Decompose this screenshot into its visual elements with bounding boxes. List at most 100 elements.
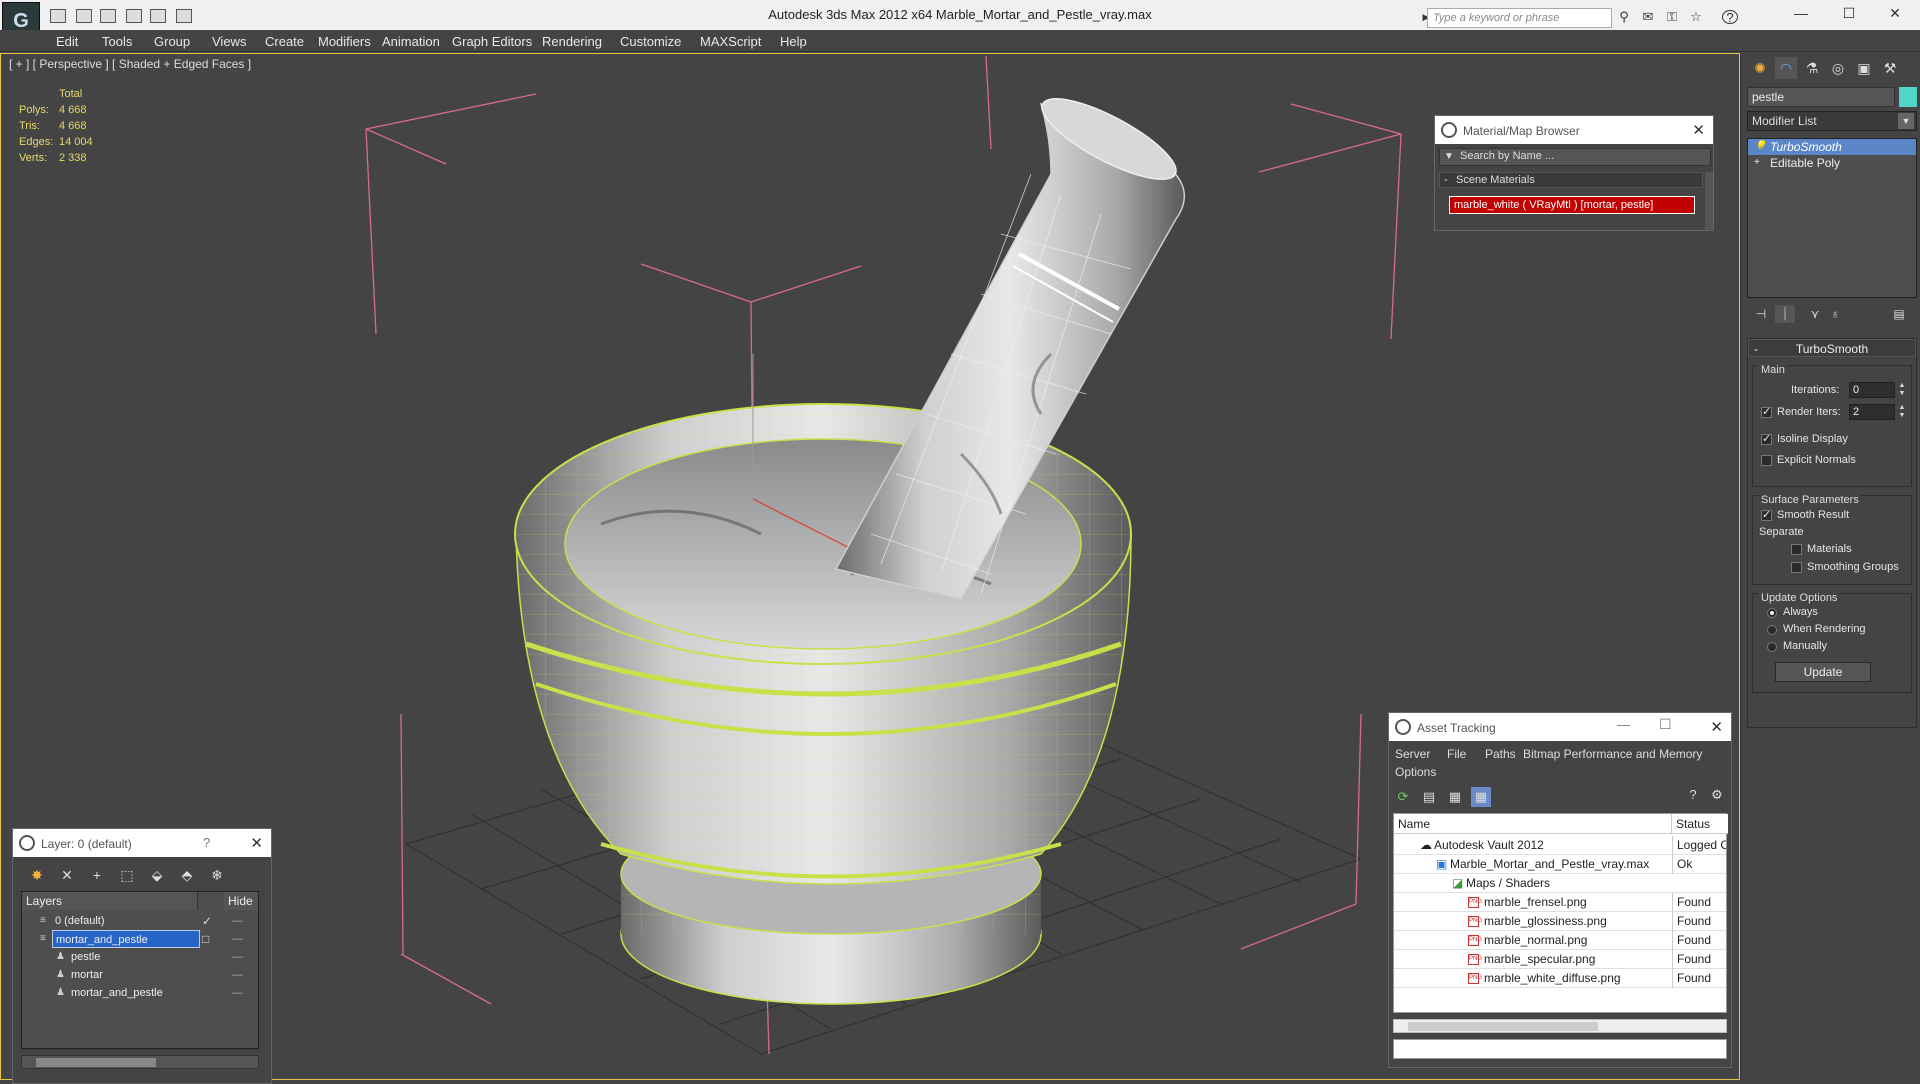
hide-toggle[interactable]: — bbox=[232, 930, 243, 948]
menu-help[interactable]: Help bbox=[780, 34, 807, 49]
menu-maxscript[interactable]: MAXScript bbox=[700, 34, 761, 49]
new-scene-icon[interactable] bbox=[100, 9, 116, 23]
menu-rendering[interactable]: Rendering bbox=[542, 34, 602, 49]
make-unique-icon[interactable]: ⋎ bbox=[1805, 305, 1825, 323]
remove-modifier-icon[interactable]: ♁ bbox=[1825, 305, 1845, 323]
create-tab-icon[interactable]: ✺ bbox=[1749, 57, 1771, 79]
table-row[interactable]: PNG marble_glossiness.png Found bbox=[1394, 912, 1726, 931]
menu-create[interactable]: Create bbox=[265, 34, 304, 49]
search-input[interactable]: Type a keyword or phrase bbox=[1427, 8, 1612, 28]
horizontal-scrollbar[interactable] bbox=[21, 1055, 259, 1069]
isoline-display-checkbox[interactable] bbox=[1761, 432, 1772, 445]
options-triangle-icon[interactable]: ▼ bbox=[1444, 151, 1454, 162]
rollout-title[interactable]: - TurboSmooth bbox=[1748, 339, 1916, 357]
refresh-icon[interactable]: ⟳ bbox=[1393, 787, 1413, 807]
lightbulb-icon[interactable]: 💡 bbox=[1754, 141, 1766, 153]
window-titlebar[interactable]: Asset Tracking — ☐ ✕ bbox=[1389, 713, 1731, 741]
stack-item-turbosmooth[interactable]: 💡 TurboSmooth bbox=[1748, 139, 1916, 155]
menu-paths[interactable]: Paths bbox=[1485, 747, 1516, 761]
delete-layer-icon[interactable]: ✕ bbox=[57, 865, 77, 885]
window-titlebar[interactable]: Layer: 0 (default) ? ✕ bbox=[13, 829, 271, 857]
modifier-list-dropdown[interactable]: Modifier List ▼ bbox=[1747, 111, 1917, 131]
layer-row[interactable]: ≡ 0 (default) ✓ — bbox=[22, 912, 258, 930]
layer-row[interactable]: ♟ mortar_and_pestle — bbox=[22, 984, 258, 1002]
minimize-button[interactable]: — bbox=[1617, 717, 1630, 732]
add-to-layer-icon[interactable]: + bbox=[87, 865, 107, 885]
spinner-arrows-icon[interactable]: ▲ ▼ bbox=[1897, 404, 1907, 420]
modify-tab-icon[interactable]: ◠ bbox=[1775, 57, 1797, 79]
utilities-tab-icon[interactable]: ⚒ bbox=[1879, 57, 1901, 79]
name-column-header[interactable]: Name bbox=[1394, 814, 1672, 834]
menu-animation[interactable]: Animation bbox=[382, 34, 440, 49]
table-view-icon[interactable]: ▦ bbox=[1445, 787, 1465, 807]
settings-icon[interactable]: ⚙ bbox=[1707, 785, 1727, 805]
show-end-result-icon[interactable]: ⏐ bbox=[1775, 305, 1795, 323]
status-column-header[interactable]: Status bbox=[1672, 814, 1728, 834]
scrollbar-thumb[interactable] bbox=[1408, 1022, 1598, 1031]
spinner-arrows-icon[interactable]: ▲ ▼ bbox=[1897, 382, 1907, 398]
table-row[interactable]: ◪ Maps / Shaders bbox=[1394, 874, 1726, 893]
update-button[interactable]: Update bbox=[1775, 662, 1871, 682]
hide-column-header[interactable]: Hide bbox=[224, 892, 258, 910]
table-row[interactable]: PNG marble_specular.png Found bbox=[1394, 950, 1726, 969]
iterations-spinner[interactable]: 0 bbox=[1849, 382, 1895, 398]
open-file-icon[interactable] bbox=[50, 9, 66, 23]
scene-materials-section[interactable]: - Scene Materials bbox=[1439, 172, 1703, 188]
table-row[interactable]: PNG marble_frensel.png Found bbox=[1394, 893, 1726, 912]
always-radio[interactable] bbox=[1767, 608, 1777, 618]
object-color-swatch[interactable] bbox=[1899, 87, 1917, 107]
stack-item-editable-poly[interactable]: + Editable Poly bbox=[1748, 155, 1916, 171]
motion-tab-icon[interactable]: ◎ bbox=[1827, 57, 1849, 79]
explicit-normals-checkbox[interactable] bbox=[1761, 455, 1772, 466]
when-rendering-radio[interactable] bbox=[1767, 625, 1777, 635]
current-layer-check[interactable]: □ bbox=[202, 930, 209, 948]
layers-column-header[interactable]: Layers bbox=[22, 892, 198, 910]
scrollbar-thumb[interactable] bbox=[36, 1058, 156, 1067]
communication-icon[interactable]: ✉ bbox=[1640, 10, 1656, 24]
render-iters-spinner[interactable]: 2 bbox=[1849, 404, 1895, 420]
menu-modifiers[interactable]: Modifiers bbox=[318, 34, 371, 49]
display-tab-icon[interactable]: ▣ bbox=[1853, 57, 1875, 79]
hold-icon[interactable] bbox=[126, 9, 142, 23]
material-search-input[interactable]: ▼ Search by Name ... bbox=[1439, 148, 1711, 166]
table-row[interactable]: PNG marble_white_diffuse.png Found bbox=[1394, 969, 1726, 988]
save-file-icon[interactable] bbox=[76, 9, 92, 23]
hide-toggle[interactable]: — bbox=[232, 912, 243, 930]
smooth-result-checkbox[interactable] bbox=[1761, 508, 1772, 521]
menu-tools[interactable]: Tools bbox=[102, 34, 132, 49]
minimize-button[interactable]: — bbox=[1786, 5, 1816, 25]
list-view-icon[interactable]: ▤ bbox=[1419, 787, 1439, 807]
vertical-scrollbar[interactable] bbox=[1705, 172, 1713, 230]
binoculars-icon[interactable]: ⚲ bbox=[1616, 10, 1632, 24]
redo-icon[interactable] bbox=[176, 9, 192, 23]
object-name-field[interactable]: pestle bbox=[1747, 87, 1895, 107]
menu-server[interactable]: Server bbox=[1395, 747, 1430, 761]
pin-stack-icon[interactable]: ⊣ bbox=[1751, 305, 1771, 323]
highlight-layer-icon[interactable]: ⬙ bbox=[147, 865, 167, 885]
close-button[interactable]: ✕ bbox=[1880, 5, 1910, 25]
close-icon[interactable]: ✕ bbox=[1692, 121, 1705, 139]
subscription-icon[interactable]: ⚿ bbox=[1664, 10, 1680, 24]
modifier-stack[interactable]: 💡 TurboSmooth + Editable Poly bbox=[1747, 138, 1917, 298]
asset-table[interactable]: Name Status ☁ Autodesk Vault 2012 Logged… bbox=[1393, 813, 1728, 1013]
current-layer-check[interactable]: ✓ bbox=[202, 912, 212, 930]
hide-toggle[interactable]: — bbox=[232, 966, 243, 984]
layer-row[interactable]: ♟ pestle — bbox=[22, 948, 258, 966]
hide-toggle[interactable]: — bbox=[232, 948, 243, 966]
table-row[interactable]: ▣ Marble_Mortar_and_Pestle_vray.max Ok bbox=[1394, 855, 1726, 874]
smoothing-groups-checkbox[interactable] bbox=[1791, 562, 1802, 573]
undo-icon[interactable] bbox=[150, 9, 166, 23]
menu-bitmap-performance[interactable]: Bitmap Performance and Memory bbox=[1523, 747, 1702, 761]
menu-options[interactable]: Options bbox=[1395, 765, 1436, 779]
select-layer-objects-icon[interactable]: ⬚ bbox=[117, 865, 137, 885]
hide-all-layers-icon[interactable]: ⬘ bbox=[177, 865, 197, 885]
layer-row[interactable]: ♟ mortar — bbox=[22, 966, 258, 984]
configure-modifier-sets-icon[interactable]: ▤ bbox=[1889, 305, 1909, 323]
help-icon[interactable]: ? bbox=[1722, 10, 1738, 25]
favorites-star-icon[interactable]: ☆ bbox=[1688, 10, 1704, 24]
material-entry[interactable]: marble_white ( VRayMtl ) [mortar, pestle… bbox=[1449, 196, 1695, 214]
close-icon[interactable]: ✕ bbox=[250, 834, 263, 852]
window-titlebar[interactable]: Material/Map Browser ✕ bbox=[1435, 116, 1713, 144]
menu-customize[interactable]: Customize bbox=[620, 34, 681, 49]
manually-radio[interactable] bbox=[1767, 642, 1777, 652]
